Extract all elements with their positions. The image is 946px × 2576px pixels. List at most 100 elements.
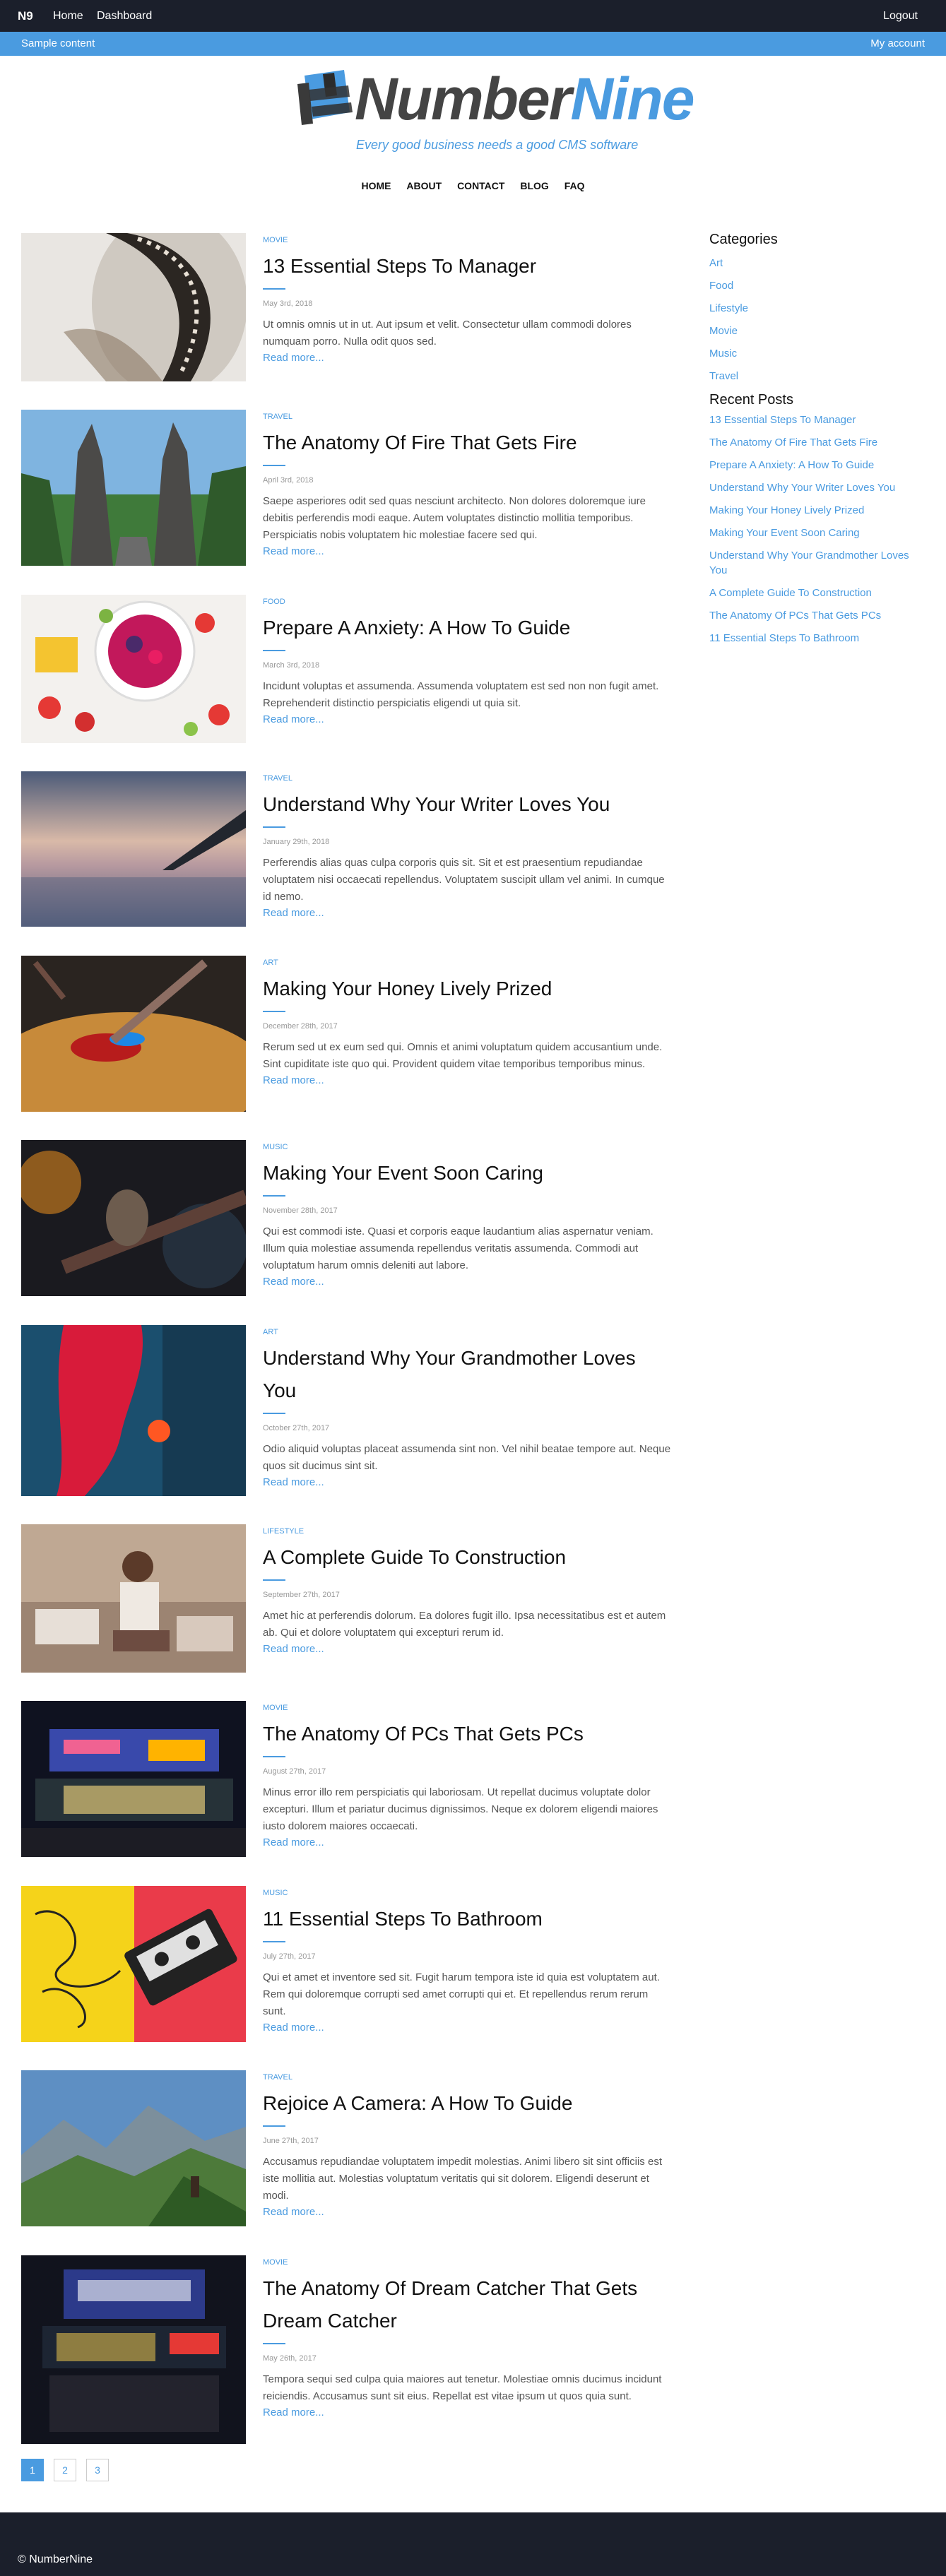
footer-copyright: © NumberNine	[18, 2553, 93, 2565]
category-link-music[interactable]: Music	[709, 343, 928, 365]
post-excerpt: Incidunt voluptas et assumenda. Assumend…	[263, 680, 659, 709]
nav-dashboard-link[interactable]: Dashboard	[97, 0, 152, 32]
recent-post-link[interactable]: The Anatomy Of Fire That Gets Fire	[709, 435, 928, 450]
post-excerpt: Accusamus repudiandae voluptatem impedit…	[263, 2156, 662, 2202]
page-1-button[interactable]: 1	[21, 2459, 44, 2481]
my-account-link[interactable]: My account	[870, 32, 925, 56]
title-divider	[263, 2125, 285, 2127]
recent-post-link[interactable]: 13 Essential Steps To Manager	[709, 412, 928, 427]
post-title[interactable]: A Complete Guide To Construction	[263, 1541, 673, 1574]
post-thumbnail[interactable]	[21, 1140, 246, 1296]
post-thumbnail[interactable]	[21, 1886, 246, 2042]
post-excerpt: Rerum sed ut ex eum sed qui. Omnis et an…	[263, 1041, 663, 1070]
post-thumbnail[interactable]	[21, 2255, 246, 2444]
post-title[interactable]: Understand Why Your Grandmother Loves Yo…	[263, 1342, 673, 1407]
admin-subbar: Sample content My account	[0, 32, 946, 56]
nav-home-link[interactable]: Home	[53, 0, 83, 32]
category-link-travel[interactable]: Travel	[709, 365, 928, 388]
post-category[interactable]: MUSIC	[263, 1143, 673, 1151]
categories-heading: Categories	[709, 232, 778, 247]
post-title[interactable]: 11 Essential Steps To Bathroom	[263, 1903, 673, 1935]
title-divider	[263, 650, 285, 651]
post-title[interactable]: Prepare A Anxiety: A How To Guide	[263, 612, 673, 644]
recent-post-link[interactable]: Understand Why Your Grandmother Loves Yo…	[709, 548, 928, 578]
menu-home[interactable]: HOME	[362, 180, 391, 191]
menu-blog[interactable]: BLOG	[520, 180, 548, 191]
post-title[interactable]: Rejoice A Camera: A How To Guide	[263, 2087, 673, 2120]
post-category[interactable]: MUSIC	[263, 1889, 673, 1897]
post-thumbnail[interactable]	[21, 410, 246, 566]
recent-post-link[interactable]: Prepare A Anxiety: A How To Guide	[709, 458, 928, 473]
read-more-link[interactable]: Read more...	[263, 1074, 324, 1086]
sample-content-link[interactable]: Sample content	[21, 32, 95, 56]
read-more-link[interactable]: Read more...	[263, 1276, 324, 1288]
read-more-link[interactable]: Read more...	[263, 1643, 324, 1655]
post-thumbnail[interactable]	[21, 233, 246, 381]
post-category[interactable]: MOVIE	[263, 1704, 673, 1712]
brand-link[interactable]: N9	[18, 0, 33, 32]
post-title[interactable]: Making Your Event Soon Caring	[263, 1157, 673, 1189]
post-date: August 27th, 2017	[263, 1767, 326, 1776]
title-divider	[263, 826, 285, 828]
page-2-button[interactable]: 2	[54, 2459, 76, 2481]
post-excerpt: Saepe asperiores odit sed quas nesciunt …	[263, 495, 646, 541]
recent-posts-heading: Recent Posts	[709, 392, 793, 408]
title-divider	[263, 1756, 285, 1757]
category-link-food[interactable]: Food	[709, 275, 928, 297]
post-category[interactable]: TRAVEL	[263, 2073, 673, 2082]
recent-post-link[interactable]: A Complete Guide To Construction	[709, 586, 928, 600]
category-link-lifestyle[interactable]: Lifestyle	[709, 297, 928, 320]
post-title[interactable]: The Anatomy Of Fire That Gets Fire	[263, 427, 673, 459]
read-more-link[interactable]: Read more...	[263, 2406, 324, 2418]
post-title[interactable]: The Anatomy Of PCs That Gets PCs	[263, 1718, 673, 1750]
post-title[interactable]: Making Your Honey Lively Prized	[263, 973, 673, 1005]
post-category[interactable]: FOOD	[263, 598, 673, 606]
post-thumbnail[interactable]	[21, 1524, 246, 1673]
post-thumbnail[interactable]	[21, 956, 246, 1112]
menu-faq[interactable]: FAQ	[564, 180, 585, 191]
read-more-link[interactable]: Read more...	[263, 1836, 324, 1848]
menu-contact[interactable]: CONTACT	[457, 180, 504, 191]
recent-post-link[interactable]: Making Your Event Soon Caring	[709, 526, 928, 540]
title-divider	[263, 1195, 285, 1197]
read-more-link[interactable]: Read more...	[263, 2206, 324, 2218]
menu-about[interactable]: ABOUT	[406, 180, 442, 191]
post-thumbnail[interactable]	[21, 771, 246, 927]
category-link-art[interactable]: Art	[709, 252, 928, 275]
read-more-link[interactable]: Read more...	[263, 713, 324, 725]
post-title[interactable]: 13 Essential Steps To Manager	[263, 250, 673, 283]
recent-post-link[interactable]: 11 Essential Steps To Bathroom	[709, 631, 928, 646]
post-thumbnail[interactable]	[21, 595, 246, 743]
logout-link[interactable]: Logout	[883, 0, 918, 32]
title-divider	[263, 1579, 285, 1581]
site-logo[interactable]: NumberNine Every good business needs a g…	[291, 66, 694, 159]
title-divider	[263, 465, 285, 466]
title-divider	[263, 2343, 285, 2344]
post-category[interactable]: MOVIE	[263, 236, 673, 244]
page-3-button[interactable]: 3	[86, 2459, 109, 2481]
post-category[interactable]: TRAVEL	[263, 774, 673, 783]
recent-post-link[interactable]: Understand Why Your Writer Loves You	[709, 480, 928, 495]
logo-wordmark: NumberNine	[355, 66, 694, 132]
post-thumbnail[interactable]	[21, 1325, 246, 1496]
post-date: December 28th, 2017	[263, 1022, 338, 1031]
post-category[interactable]: MOVIE	[263, 2258, 673, 2267]
read-more-link[interactable]: Read more...	[263, 352, 324, 364]
read-more-link[interactable]: Read more...	[263, 545, 324, 557]
recent-post-link[interactable]: The Anatomy Of PCs That Gets PCs	[709, 608, 928, 623]
read-more-link[interactable]: Read more...	[263, 2022, 324, 2034]
post-date: May 26th, 2017	[263, 2354, 317, 2363]
recent-post-link[interactable]: Making Your Honey Lively Prized	[709, 503, 928, 518]
post-thumbnail[interactable]	[21, 2070, 246, 2226]
read-more-link[interactable]: Read more...	[263, 907, 324, 919]
category-link-movie[interactable]: Movie	[709, 320, 928, 343]
post-category[interactable]: ART	[263, 1328, 673, 1336]
post-thumbnail[interactable]	[21, 1701, 246, 1857]
post-excerpt: Amet hic at perferendis dolorum. Ea dolo…	[263, 1610, 666, 1639]
post-title[interactable]: The Anatomy Of Dream Catcher That Gets D…	[263, 2272, 673, 2337]
post-category[interactable]: TRAVEL	[263, 412, 673, 421]
read-more-link[interactable]: Read more...	[263, 1476, 324, 1488]
post-category[interactable]: ART	[263, 958, 673, 967]
post-category[interactable]: LIFESTYLE	[263, 1527, 673, 1536]
post-title[interactable]: Understand Why Your Writer Loves You	[263, 788, 673, 821]
